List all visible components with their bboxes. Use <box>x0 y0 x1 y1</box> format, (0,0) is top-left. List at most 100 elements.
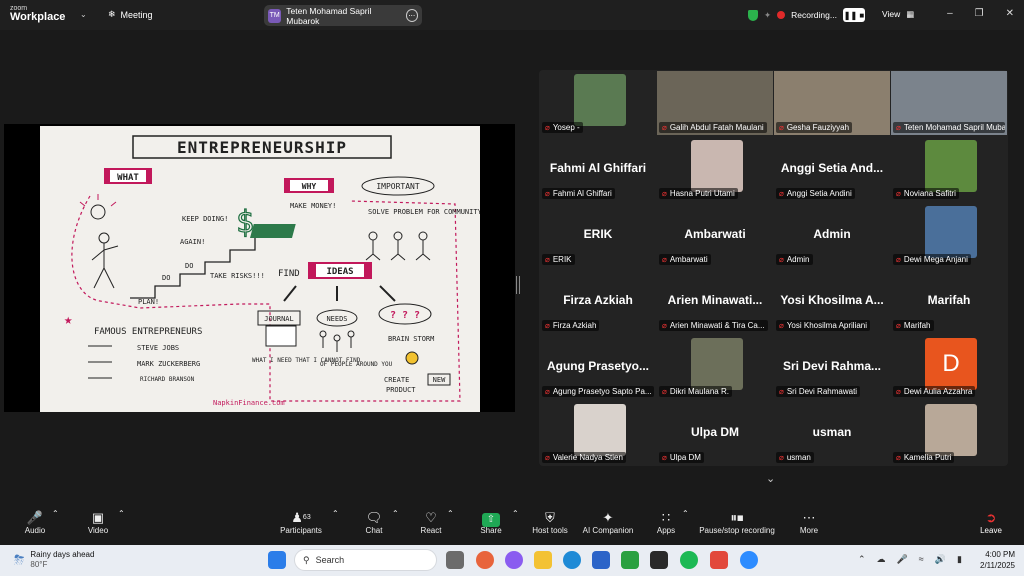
participant-tile[interactable]: D ⌀ Dewi Aulia Azzahra <box>891 335 1007 399</box>
mic-muted-icon: ⌀ <box>545 453 550 462</box>
microphone-icon[interactable]: 🎤 <box>897 554 908 565</box>
new-label: NEW <box>433 376 446 384</box>
active-speaker-pill[interactable]: TM Teten Mohamad Sapril Mubarok ⋯ <box>264 5 422 26</box>
volume-icon[interactable]: 🔊 <box>935 554 946 565</box>
participant-tile[interactable]: Marifah ⌀ Marifah <box>891 269 1007 333</box>
participant-name-label: ⌀ Gesha Fauziyyah <box>776 122 853 133</box>
zoom-icon[interactable] <box>740 551 758 569</box>
office-icon[interactable] <box>710 551 728 569</box>
audio-options-icon[interactable]: ⌃ <box>52 509 59 518</box>
restore-icon[interactable]: ❐ <box>975 8 984 19</box>
share-button[interactable]: ⇧ Share <box>478 509 504 535</box>
participant-tile[interactable]: ⌀ Gesha Fauziyyah <box>774 71 890 135</box>
participant-name-label: ⌀ Dewi Mega Anjani <box>893 254 971 265</box>
video-button[interactable]: ▣ Video <box>84 509 112 535</box>
cloud-icon[interactable]: ☁ <box>877 554 886 565</box>
participant-tile[interactable]: Agung Prasetyo... ⌀ Agung Prasetyo Sapto P… <box>540 335 656 399</box>
view-menu[interactable]: View ▦ <box>882 9 914 20</box>
more-options-icon[interactable]: ⋯ <box>405 9 418 22</box>
participant-tile[interactable]: Anggi Setia And... ⌀ Anggi Setia Andini <box>774 137 890 201</box>
question-marks: ? ? ? <box>390 310 420 321</box>
speaker-avatar: TM <box>268 8 282 23</box>
search-label: Search <box>315 555 345 565</box>
firefox-icon[interactable] <box>476 551 494 569</box>
participant-tile[interactable]: Admin ⌀ Admin <box>774 203 890 267</box>
leave-icon: ➲ <box>985 510 997 525</box>
participant-name-label: ⌀ Admin <box>776 254 813 265</box>
pause-record-button[interactable]: ❚❚ ■ <box>842 8 865 22</box>
close-icon[interactable]: ✕ <box>1006 8 1014 19</box>
security-shield-icon[interactable] <box>748 9 758 21</box>
video-options-icon[interactable]: ⌃ <box>118 509 125 518</box>
more-button[interactable]: ⋯ More <box>797 509 821 535</box>
chat-button[interactable]: 🗨 Chat <box>362 509 386 535</box>
participant-tile[interactable]: ⌀ Dikri Maulana R. <box>657 335 773 399</box>
gallery-next-icon[interactable]: ⌄ <box>766 472 775 485</box>
participant-tile[interactable]: Ambarwati ⌀ Ambarwati <box>657 203 773 267</box>
copilot-icon[interactable] <box>505 551 523 569</box>
participant-tile[interactable]: usman ⌀ usman <box>774 401 890 465</box>
participant-name-label: ⌀ Yosi Khosilma Apriliani <box>776 320 871 331</box>
participant-tile[interactable]: ⌀ Noviana Safitri <box>891 137 1007 201</box>
leave-button[interactable]: ➲ Leave <box>979 509 1003 535</box>
ai-companion-button[interactable]: ✦ AI Companion <box>581 509 635 535</box>
participant-avatar: D <box>925 338 977 390</box>
participant-tile[interactable]: ⌀ Hasna Putri Utami <box>657 137 773 201</box>
participants-options-icon[interactable]: ⌃ <box>332 509 339 518</box>
pause-stop-recording-button[interactable]: ⏸⏹ Pause/stop recording <box>696 509 778 535</box>
outlook-icon[interactable] <box>592 551 610 569</box>
react-button[interactable]: ♡ React <box>419 509 443 535</box>
participant-display-name: Ulpa DM <box>691 425 739 439</box>
participant-tile[interactable]: ⌀ Teten Mohamad Sapril Muba... <box>891 71 1007 135</box>
audio-button[interactable]: 🎤 Audio <box>22 509 48 535</box>
clock[interactable]: 4:00 PM 2/11/2025 <box>975 549 1015 571</box>
participants-count: 63 <box>302 514 311 521</box>
participant-tile[interactable]: Ulpa DM ⌀ Ulpa DM <box>657 401 773 465</box>
participant-tile[interactable]: Firza Azkiah ⌀ Firza Azkiah <box>540 269 656 333</box>
task-view-icon[interactable] <box>446 551 464 569</box>
react-options-icon[interactable]: ⌃ <box>447 509 454 518</box>
participant-tile[interactable]: ⌀ Yosep - <box>540 71 656 135</box>
windows-start-icon[interactable] <box>268 551 286 569</box>
file-explorer-icon[interactable] <box>534 551 552 569</box>
participant-tile[interactable]: ⌀ Valerie Nadya Stien <box>540 401 656 465</box>
spotify-icon[interactable] <box>680 551 698 569</box>
resize-handle[interactable] <box>516 276 520 294</box>
host-tools-button[interactable]: ⛨ Host tools <box>530 509 570 535</box>
chevron-up-icon[interactable]: ⌃ <box>858 554 866 565</box>
xbox-icon[interactable] <box>621 551 639 569</box>
meeting-info[interactable]: ❄ Meeting <box>108 9 153 20</box>
mic-muted-icon: ⌀ <box>896 189 901 198</box>
participant-tile[interactable]: Yosi Khosilma A... ⌀ Yosi Khosilma Aprilia… <box>774 269 890 333</box>
participant-name: Fahmi Al Ghiffari <box>552 189 612 198</box>
participants-button[interactable]: ♟63 Participants <box>278 509 324 535</box>
product-label: PRODUCT <box>386 386 416 394</box>
share-options-icon[interactable]: ⌃ <box>512 509 519 518</box>
camera-icon[interactable] <box>650 551 668 569</box>
share-icon: ⇧ <box>478 509 504 527</box>
participant-tile[interactable]: Sri Devi Rahma... ⌀ Sri Devi Rahmawati <box>774 335 890 399</box>
weather-widget[interactable]: ⛈ Rainy days ahead 80°F <box>14 550 94 570</box>
sparkle-icon[interactable]: ✦ <box>764 10 771 21</box>
edge-icon[interactable] <box>563 551 581 569</box>
participant-display-name: Yosi Khosilma A... <box>780 293 884 307</box>
participant-tile[interactable]: ⌀ Galih Abdul Fatah Maulani <box>657 71 773 135</box>
apps-button[interactable]: ∷ Apps <box>654 509 678 535</box>
taskbar-search[interactable]: ⚲ Search <box>294 549 437 571</box>
minimize-icon[interactable]: – <box>947 8 953 19</box>
participant-tile[interactable]: ⌀ Dewi Mega Anjani <box>891 203 1007 267</box>
participant-tile[interactable]: ERIK ⌀ ERIK <box>540 203 656 267</box>
apps-options-icon[interactable]: ⌃ <box>682 509 689 518</box>
participant-tile[interactable]: Arien Minawati... ⌀ Arien Minawati & Tira … <box>657 269 773 333</box>
mic-muted-icon: ⌀ <box>662 189 667 198</box>
battery-icon[interactable]: ▮ <box>957 554 962 565</box>
participants-icon: ♟63 <box>291 510 311 525</box>
search-icon: ⚲ <box>303 554 310 565</box>
chat-options-icon[interactable]: ⌃ <box>392 509 399 518</box>
mic-muted-icon: ⌀ <box>896 123 901 132</box>
participant-tile[interactable]: ⌀ Kamelia Putri <box>891 401 1007 465</box>
wifi-icon[interactable]: ≈ <box>919 554 924 565</box>
chevron-down-icon[interactable]: ⌄ <box>80 10 87 19</box>
participant-photo <box>691 140 743 192</box>
participant-tile[interactable]: Fahmi Al Ghiffari ⌀ Fahmi Al Ghiffari <box>540 137 656 201</box>
